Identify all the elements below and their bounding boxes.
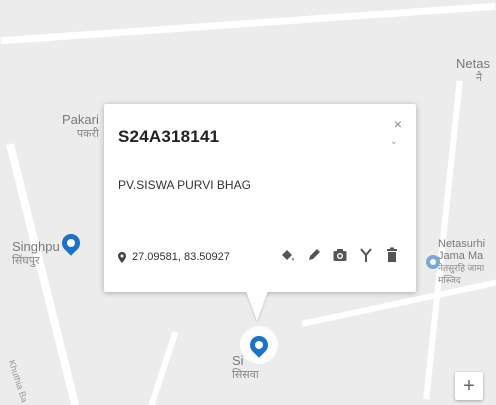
location-pin-icon <box>118 251 126 263</box>
paint-bucket-icon[interactable] <box>280 247 296 263</box>
popup-title: S24A318141 <box>118 127 220 146</box>
mosque-poi-icon[interactable] <box>426 255 440 269</box>
popup-pointer <box>246 291 268 321</box>
road-label: Khuthia Ba <box>5 358 32 404</box>
chevron-down-icon[interactable]: ⌄ <box>390 136 398 147</box>
map-marker-singhpur[interactable] <box>58 230 84 256</box>
road <box>147 331 179 405</box>
place-name: Netasurhi Jama Ma <box>438 238 486 262</box>
place-local-name: नै <box>476 72 483 84</box>
popup-subtitle: PV.SISWA PURVI BHAG <box>118 178 251 192</box>
map-canvas[interactable]: Pakari पकरी Singhpu सिंघपुर Netas नै Net… <box>0 0 496 405</box>
camera-icon[interactable] <box>332 247 348 263</box>
place-name: Si <box>232 353 244 368</box>
place-label-jama-masjid: Netasurhi Jama Ma नेतसुरहि जामा मस्जिद <box>438 238 496 286</box>
info-popup: S24A318141 × ⌄ PV.SISWA PURVI BHAG 27.09… <box>104 104 416 292</box>
place-local-name: नेतसुरहि जामा मस्जिद <box>438 263 485 285</box>
place-label-netasurhi: Netas नै <box>456 57 490 85</box>
trash-icon[interactable] <box>384 247 400 263</box>
coordinates-text: 27.09581, 83.50927 <box>132 251 230 263</box>
popup-actions <box>280 247 400 263</box>
place-local-name: सिंघपुर <box>12 255 40 267</box>
coordinates-row: 27.09581, 83.50927 <box>118 251 230 263</box>
antenna-icon[interactable] <box>358 247 374 263</box>
zoom-in-button[interactable]: + <box>455 372 483 400</box>
place-name: Pakari <box>62 112 99 127</box>
close-icon[interactable]: × <box>394 116 402 132</box>
road-name: Khuthia Ba <box>6 358 30 404</box>
place-name: Singhpu <box>12 239 60 254</box>
pencil-icon[interactable] <box>306 247 322 263</box>
road <box>0 2 496 45</box>
place-label-singhpur: Singhpu सिंघपुर <box>12 240 60 268</box>
place-label-pakari: Pakari पकरी <box>62 113 99 141</box>
place-local-name: सिसवा <box>232 369 259 381</box>
place-local-name: पकरी <box>76 128 99 140</box>
place-name: Netas <box>456 56 490 71</box>
